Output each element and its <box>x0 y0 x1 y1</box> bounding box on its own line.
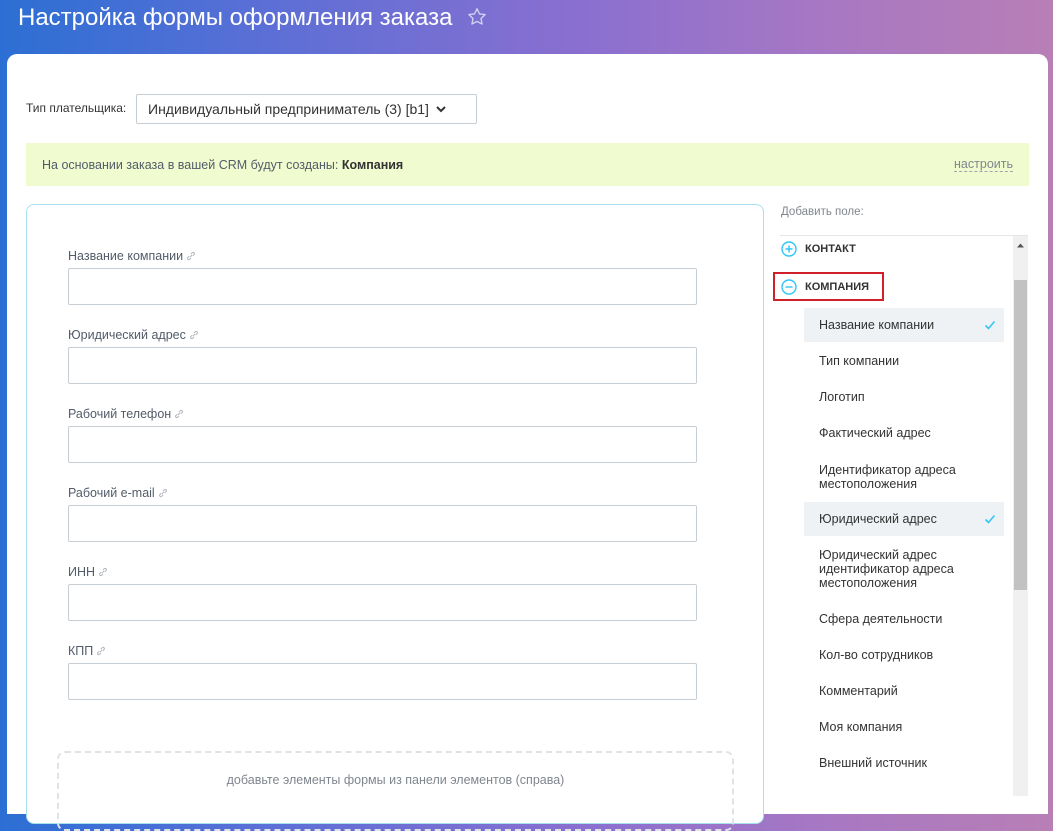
form-field: Юридический адрес <box>68 326 697 384</box>
plus-circle-icon <box>781 241 797 257</box>
sidebar-item-label: Кол-во сотрудников <box>819 648 934 662</box>
sidebar-item-label: Сфера деятельности <box>819 612 943 626</box>
form-field: Рабочий телефон <box>68 405 697 463</box>
sidebar-item-location-id[interactable]: Идентификатор адреса местоположения <box>804 455 1004 499</box>
payer-type-label: Тип плательщика: <box>26 101 127 115</box>
form-field: ИНН <box>68 563 697 621</box>
group-label: КОМПАНИЯ <box>805 280 870 293</box>
sidebar-item-label: Тип компании <box>819 354 900 368</box>
crm-info-message: На основании заказа в вашей CRM будут со… <box>42 158 342 172</box>
star-icon[interactable] <box>466 6 488 28</box>
sidebar-item-label: Идентификатор адреса местоположения <box>819 463 956 491</box>
field-label-text: Название компании <box>68 249 184 263</box>
crm-info-bar: На основании заказа в вашей CRM будут со… <box>26 143 1029 186</box>
header: Настройка формы оформления заказа <box>0 0 1053 52</box>
sidebar-item-label: Моя компания <box>819 720 903 734</box>
group-company[interactable]: КОМПАНИЯ <box>773 272 884 301</box>
work-phone-input[interactable] <box>68 426 697 463</box>
field-label: КПП <box>68 642 697 660</box>
sidebar-item-industry[interactable]: Сфера деятельности <box>804 602 1004 636</box>
payer-type-select[interactable]: Индивидуальный предприниматель (3) [b1] <box>136 94 477 124</box>
sidebar-item-comment[interactable]: Комментарий <box>804 674 1004 708</box>
sidebar-item-company-name[interactable]: Название компании <box>804 308 1004 342</box>
link-icon[interactable] <box>186 251 196 261</box>
legal-address-input[interactable] <box>68 347 697 384</box>
sidebar-item-label: Юридический адрес <box>819 512 937 526</box>
group-contact[interactable]: КОНТАКТ <box>781 239 856 259</box>
company-name-input[interactable] <box>68 268 697 305</box>
chevron-down-icon <box>436 106 446 113</box>
inn-input[interactable] <box>68 584 697 621</box>
configure-link[interactable]: настроить <box>954 157 1013 172</box>
sidebar-item-label: Фактический адрес <box>819 426 931 440</box>
sidebar-item-label: Внешний источник <box>819 756 927 770</box>
sidebar-item-label: Комментарий <box>819 684 898 698</box>
sidebar-item-label: Юридический адрес идентификатор адреса м… <box>819 548 954 590</box>
divider <box>780 235 1028 236</box>
minus-circle-icon <box>781 278 797 295</box>
payer-type-value: Индивидуальный предприниматель (3) [b1] <box>148 101 429 117</box>
page-title: Настройка формы оформления заказа <box>18 4 453 31</box>
sidebar-item-company-type[interactable]: Тип компании <box>804 344 1004 378</box>
field-label-text: ИНН <box>68 565 96 579</box>
sidebar-item-external-source[interactable]: Внешний источник <box>804 746 1004 780</box>
crm-info-text: На основании заказа в вашей CRM будут со… <box>42 158 403 172</box>
sidebar-item-label: Логотип <box>819 390 865 404</box>
sidebar-item-legal-address-location-id[interactable]: Юридический адрес идентификатор адреса м… <box>804 540 1004 598</box>
check-icon <box>984 320 996 330</box>
form-dropzone[interactable]: добавьте элементы формы из панели элемен… <box>57 751 734 831</box>
field-label: Юридический адрес <box>68 326 697 344</box>
sidebar-item-legal-address[interactable]: Юридический адрес <box>804 502 1004 536</box>
group-label: КОНТАКТ <box>805 243 856 255</box>
field-label-text: Рабочий телефон <box>68 407 172 421</box>
form-panel: Название компании Юридический адрес Рабо… <box>26 204 764 831</box>
sidebar-item-my-company[interactable]: Моя компания <box>804 710 1004 744</box>
form-field: Название компании <box>68 247 697 305</box>
kpp-input[interactable] <box>68 663 697 700</box>
link-icon[interactable] <box>158 488 168 498</box>
add-field-title: Добавить поле: <box>781 206 864 218</box>
link-icon[interactable] <box>174 409 184 419</box>
scroll-up-arrow-icon[interactable] <box>1016 241 1025 250</box>
sidebar-item-logo[interactable]: Логотип <box>804 380 1004 414</box>
crm-entity-name: Компания <box>341 158 404 172</box>
field-label-text: Юридический адрес <box>68 328 186 342</box>
field-label: Рабочий телефон <box>68 405 697 423</box>
sidebar-item-label: Название компании <box>819 318 935 332</box>
sidebar-item-employees[interactable]: Кол-во сотрудников <box>804 638 1004 672</box>
field-label: Рабочий e-mail <box>68 484 697 502</box>
scrollbar-thumb[interactable] <box>1014 280 1027 590</box>
form-field: КПП <box>68 642 697 700</box>
field-label-text: КПП <box>68 644 94 658</box>
link-icon[interactable] <box>189 330 199 340</box>
field-label-text: Рабочий e-mail <box>68 486 155 500</box>
check-icon <box>984 514 996 524</box>
link-icon[interactable] <box>98 567 108 577</box>
field-label: Название компании <box>68 247 697 265</box>
work-email-input[interactable] <box>68 505 697 542</box>
sidebar-item-actual-address[interactable]: Фактический адрес <box>804 416 1004 450</box>
field-label: ИНН <box>68 563 697 581</box>
link-icon[interactable] <box>96 646 106 656</box>
form-field: Рабочий e-mail <box>68 484 697 542</box>
